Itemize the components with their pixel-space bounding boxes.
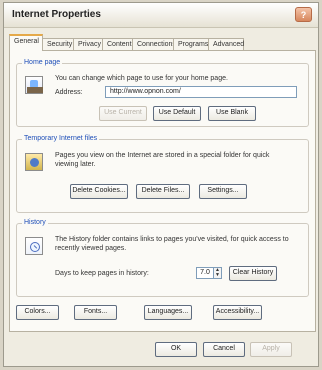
help-icon[interactable]: ? bbox=[295, 7, 312, 22]
title-bar: Internet Properties ? bbox=[4, 3, 318, 28]
home-page-group: Home page You can change which page to u… bbox=[16, 59, 309, 127]
use-blank-button[interactable]: Use Blank bbox=[208, 106, 256, 121]
home-page-description: You can change which page to use for you… bbox=[55, 75, 228, 82]
colors-button[interactable]: Colors... bbox=[16, 305, 59, 320]
temporary-files-description: Pages you view on the Internet are store… bbox=[55, 152, 270, 168]
history-icon bbox=[25, 237, 43, 255]
days-to-keep-label: Days to keep pages in history: bbox=[55, 270, 149, 277]
apply-button[interactable]: Apply bbox=[250, 342, 292, 357]
clear-history-button[interactable]: Clear History bbox=[229, 266, 277, 281]
home-page-legend: Home page bbox=[22, 59, 63, 67]
fonts-button[interactable]: Fonts... bbox=[74, 305, 117, 320]
tab-strip: General Security Privacy Content Connect… bbox=[9, 34, 318, 51]
temporary-files-folder-icon bbox=[25, 153, 43, 171]
history-legend: History bbox=[22, 219, 48, 227]
days-spinner[interactable]: ▲ ▼ bbox=[213, 267, 222, 279]
tab-general[interactable]: General bbox=[9, 34, 43, 51]
history-group: History The History folder contains link… bbox=[16, 219, 309, 297]
use-current-button[interactable]: Use Current bbox=[99, 106, 147, 121]
home-page-icon bbox=[25, 76, 43, 94]
temporary-internet-files-group: Temporary Internet files Pages you view … bbox=[16, 135, 309, 213]
use-default-button[interactable]: Use Default bbox=[153, 106, 201, 121]
general-tab-panel: Home page You can change which page to u… bbox=[9, 50, 316, 332]
temporary-internet-files-legend: Temporary Internet files bbox=[22, 135, 100, 143]
spinner-down-icon[interactable]: ▼ bbox=[214, 273, 221, 278]
delete-files-button[interactable]: Delete Files... bbox=[136, 184, 190, 199]
ok-button[interactable]: OK bbox=[155, 342, 197, 357]
days-to-keep-input[interactable]: 7.0 bbox=[196, 267, 214, 279]
settings-button[interactable]: Settings... bbox=[199, 184, 247, 199]
address-input[interactable]: http://www.opnon.com/ bbox=[105, 86, 297, 98]
cancel-button[interactable]: Cancel bbox=[203, 342, 245, 357]
window-title: Internet Properties bbox=[12, 9, 101, 20]
internet-properties-window: Internet Properties ? General Security P… bbox=[3, 2, 319, 367]
address-label: Address: bbox=[55, 89, 83, 96]
delete-cookies-button[interactable]: Delete Cookies... bbox=[70, 184, 128, 199]
history-description: The History folder contains links to pag… bbox=[55, 236, 289, 252]
languages-button[interactable]: Languages... bbox=[144, 305, 192, 320]
accessibility-button[interactable]: Accessibility... bbox=[213, 305, 262, 320]
